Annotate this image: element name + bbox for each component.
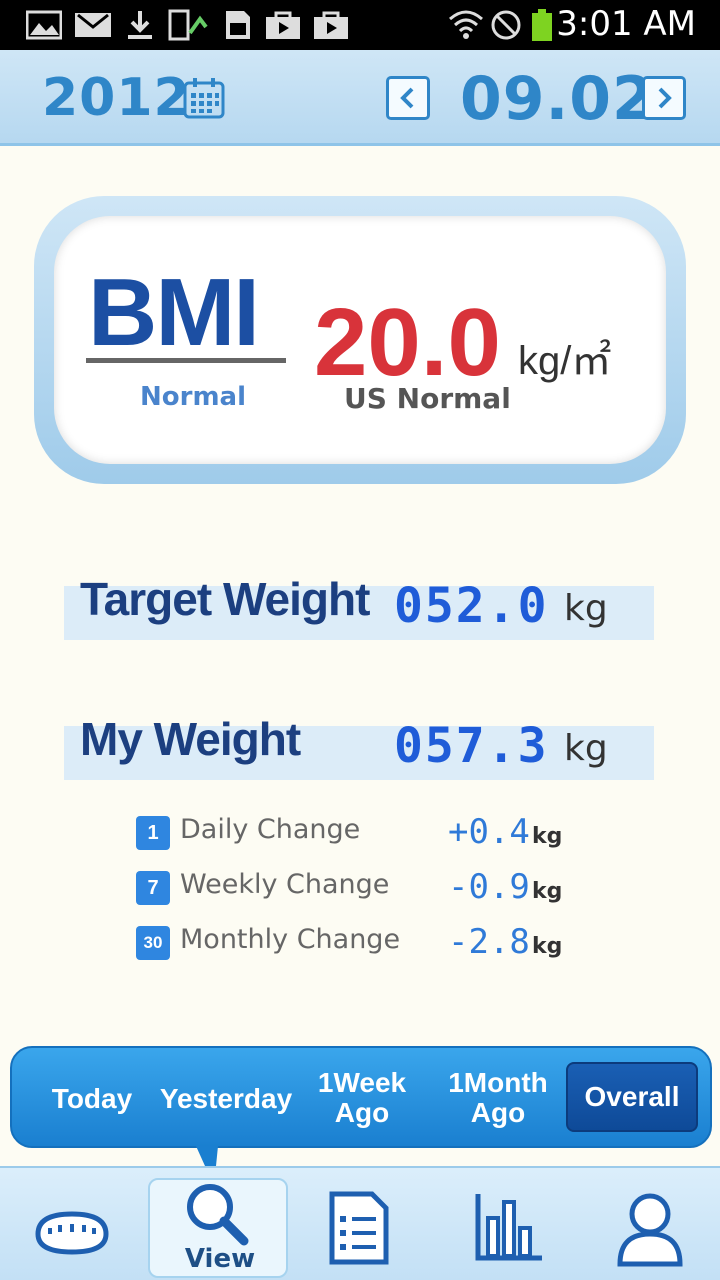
chevron-right-icon bbox=[658, 87, 672, 109]
calendar-icon[interactable] bbox=[182, 76, 226, 120]
change-unit: kg bbox=[532, 879, 563, 904]
my-weight-value: 057.3 bbox=[394, 718, 549, 774]
change-value: -0.9 bbox=[448, 867, 530, 907]
tab-label: Ago bbox=[470, 1097, 526, 1128]
play-store-icon bbox=[266, 11, 300, 39]
download-icon bbox=[128, 11, 152, 39]
wifi-icon bbox=[449, 10, 483, 39]
nav-record-list[interactable] bbox=[290, 1178, 430, 1278]
image-icon bbox=[26, 10, 62, 40]
change-value: -2.8 bbox=[448, 922, 530, 962]
bmi-unit: kg/㎡ bbox=[518, 339, 612, 383]
calendar-week-icon: 7 bbox=[136, 871, 170, 905]
tab-label: Overall bbox=[584, 1081, 680, 1112]
bmi-us-status: US Normal bbox=[344, 382, 511, 415]
daily-change-row: 1 Daily Change +0.4 kg bbox=[136, 812, 576, 852]
bmi-underline bbox=[86, 358, 286, 363]
change-label: Daily Change bbox=[180, 814, 361, 845]
do-not-disturb-icon bbox=[491, 10, 521, 40]
next-date-button[interactable] bbox=[642, 76, 686, 120]
nav-view[interactable]: View bbox=[148, 1178, 288, 1278]
tab-yesterday[interactable]: Yesterday bbox=[158, 1084, 294, 1114]
nav-scale[interactable] bbox=[2, 1178, 142, 1278]
tab-label: Ago bbox=[334, 1097, 390, 1128]
chevron-left-icon bbox=[400, 87, 414, 109]
my-weight-row: My Weight 057.3 kg bbox=[64, 713, 654, 780]
tab-label: 1Week bbox=[317, 1067, 407, 1098]
tab-overall[interactable]: Overall bbox=[566, 1062, 698, 1132]
tab-label: Yesterday bbox=[159, 1083, 293, 1114]
bottom-nav: View bbox=[0, 1166, 720, 1280]
tab-today[interactable]: Today bbox=[42, 1084, 142, 1114]
period-tab-bar: Today Yesterday 1Week Ago 1Month Ago Ove… bbox=[10, 1046, 712, 1148]
change-label: Weekly Change bbox=[180, 869, 390, 900]
status-bar: 3:01 AM bbox=[0, 0, 720, 50]
weekly-change-row: 7 Weekly Change -0.9 kg bbox=[136, 867, 576, 907]
bmi-heading: BMI bbox=[88, 259, 260, 366]
clock: 3:01 AM bbox=[556, 4, 696, 44]
date-header: 2012 09.02 bbox=[0, 50, 720, 146]
phone-update-icon bbox=[168, 9, 208, 41]
list-document-icon bbox=[329, 1191, 389, 1265]
calendar-month-icon: 30 bbox=[136, 926, 170, 960]
change-value: +0.4 bbox=[448, 812, 530, 852]
battery-icon bbox=[532, 9, 552, 41]
target-weight-unit: kg bbox=[564, 588, 608, 629]
bmi-panel: BMI Normal 20.0 kg/㎡ US Normal bbox=[34, 196, 686, 484]
nav-graph[interactable] bbox=[438, 1178, 578, 1278]
tab-label: Today bbox=[51, 1083, 133, 1114]
sd-card-icon bbox=[226, 11, 250, 39]
nav-view-label: View bbox=[184, 1244, 256, 1274]
my-weight-label: My Weight bbox=[80, 713, 301, 765]
current-date: 09.02 bbox=[460, 64, 655, 134]
tab-label: 1Month bbox=[448, 1067, 548, 1098]
my-weight-unit: kg bbox=[564, 728, 608, 769]
change-label: Monthly Change bbox=[180, 924, 401, 955]
calendar-day-icon: 1 bbox=[136, 816, 170, 850]
play-store-icon bbox=[314, 11, 348, 39]
year-label: 2012 bbox=[42, 68, 191, 128]
gmail-icon bbox=[75, 13, 111, 37]
target-weight-row: Target Weight 052.0 kg bbox=[64, 573, 654, 640]
target-weight-label: Target Weight bbox=[80, 573, 370, 625]
monthly-change-row: 30 Monthly Change -2.8 kg bbox=[136, 922, 576, 962]
target-weight-value: 052.0 bbox=[394, 578, 549, 634]
change-unit: kg bbox=[532, 824, 563, 849]
bmi-status: Normal bbox=[140, 382, 246, 412]
nav-profile[interactable] bbox=[580, 1178, 720, 1278]
scale-icon bbox=[35, 1211, 109, 1255]
change-unit: kg bbox=[532, 934, 563, 959]
tab-1week-ago[interactable]: 1Week Ago bbox=[312, 1068, 412, 1128]
previous-date-button[interactable] bbox=[386, 76, 430, 120]
person-icon bbox=[617, 1193, 683, 1267]
bar-chart-icon bbox=[475, 1194, 542, 1261]
tab-1month-ago[interactable]: 1Month Ago bbox=[440, 1068, 556, 1128]
